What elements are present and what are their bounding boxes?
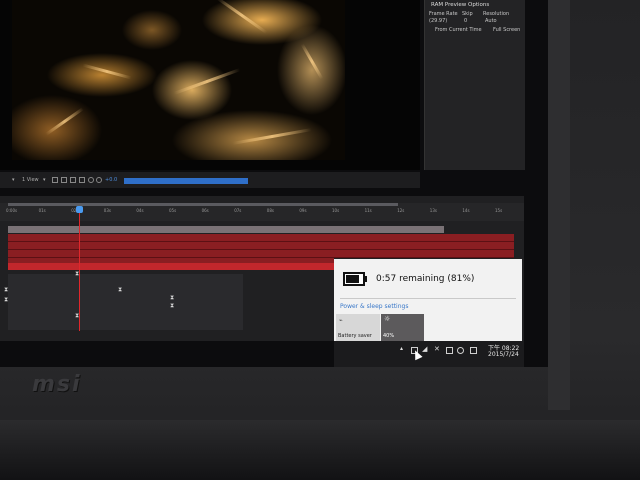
property-tracks: [8, 274, 243, 330]
ruler-tick-label: 05s: [169, 208, 177, 213]
battery-saver-icon: ⌁: [339, 317, 343, 324]
layer-bar[interactable]: [8, 242, 514, 250]
ruler-tick-label: 10s: [332, 208, 340, 213]
layer-bar-selected[interactable]: [8, 263, 348, 270]
ruler-tick-label: 0:00s: [6, 208, 18, 213]
battery-level-fill: [346, 275, 359, 283]
ruler-tick-label: 08s: [266, 208, 274, 213]
snapshot-icon[interactable]: [61, 177, 67, 183]
ruler-tick-label: 04s: [136, 208, 144, 213]
ruler-tick-label: 06s: [201, 208, 209, 213]
power-sleep-settings-link[interactable]: Power & sleep settings: [340, 303, 408, 310]
frame-rate-select[interactable]: (29.97): [429, 18, 447, 24]
ruler-tick-label: 03s: [103, 208, 111, 213]
skip-select[interactable]: 0: [464, 18, 467, 24]
ruler-tick-label: 01s: [38, 208, 46, 213]
render-progress-bar: [124, 178, 248, 184]
frame-rate-label: Frame Rate: [429, 11, 458, 17]
ruler-tick-label: 13s: [429, 208, 437, 213]
ruler-tick-label: 14s: [462, 208, 470, 213]
exposure-icon[interactable]: [96, 177, 102, 183]
grid-icon[interactable]: [52, 177, 58, 183]
ruler-tick-label: 07s: [234, 208, 242, 213]
ram-preview-panel: RAM Preview Options Frame Rate Skip Reso…: [424, 0, 525, 170]
notification-icon[interactable]: [470, 347, 477, 354]
wifi-icon[interactable]: ◢: [422, 345, 429, 353]
brightness-icon: ☼: [384, 315, 391, 323]
composition-viewer: [0, 0, 420, 170]
resolution-label: Resolution: [483, 11, 510, 17]
keyframe-icon[interactable]: ⧗: [118, 286, 122, 294]
channel-icon[interactable]: [70, 177, 76, 183]
view-layout-select[interactable]: 1 View: [22, 177, 39, 183]
resolution-select[interactable]: Auto: [485, 18, 497, 24]
desk-surface: [0, 420, 640, 480]
ruler-tick-label: 15s: [495, 208, 503, 213]
keyboard-icon[interactable]: [446, 347, 453, 354]
ruler-tick-label: 12s: [397, 208, 405, 213]
layer-bar[interactable]: [8, 234, 514, 242]
layer-bar[interactable]: [8, 250, 514, 258]
ruler-tick-label: 09s: [299, 208, 307, 213]
battery-saver-label: Battery saver: [338, 333, 372, 339]
keyframe-icon[interactable]: ⧗: [4, 296, 8, 304]
exposure-value[interactable]: +0.0: [105, 177, 117, 183]
volume-icon[interactable]: ✕: [434, 345, 441, 353]
flyout-divider: [340, 298, 516, 299]
skip-label: Skip: [462, 11, 473, 17]
playhead-handle[interactable]: [76, 206, 83, 213]
video-preview: [12, 0, 345, 160]
playhead-line[interactable]: [79, 207, 80, 331]
keyframe-icon[interactable]: ⧗: [170, 294, 174, 302]
battery-tip: [365, 276, 367, 282]
brightness-tile[interactable]: ☼ 40%: [381, 314, 424, 341]
panel-title: RAM Preview Options: [431, 2, 490, 8]
clock-date[interactable]: 2015/7/24: [488, 351, 519, 358]
tray-overflow-chevron-icon[interactable]: ▴: [400, 345, 403, 352]
dropdown-arrow-icon[interactable]: ▾: [12, 177, 15, 183]
layer-bar-grey[interactable]: [8, 226, 444, 233]
brightness-label: 40%: [383, 333, 395, 339]
region-icon[interactable]: [79, 177, 85, 183]
work-area-bar[interactable]: [8, 203, 398, 206]
app-tray-icon[interactable]: [457, 347, 464, 354]
battery-saver-tile[interactable]: ⌁ Battery saver: [336, 314, 380, 341]
from-current-time-checkbox[interactable]: From Current Time: [435, 27, 482, 33]
brand-logo: msi: [32, 372, 82, 397]
full-screen-checkbox[interactable]: Full Screen: [493, 27, 520, 33]
keyframe-icon[interactable]: ⧗: [4, 286, 8, 294]
chevron-down-icon[interactable]: ▾: [43, 177, 46, 183]
screen-bezel-edge: [548, 0, 570, 410]
transparency-icon[interactable]: [88, 177, 94, 183]
battery-remaining-text: 0:57 remaining (81%): [376, 274, 475, 284]
ruler-tick-label: 11s: [364, 208, 372, 213]
keyframe-icon[interactable]: ⧗: [170, 302, 174, 310]
